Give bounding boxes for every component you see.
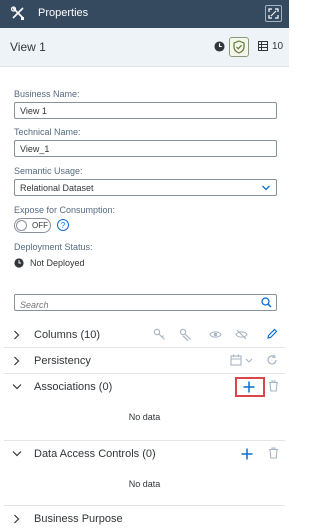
hide-icon[interactable] [235,329,248,340]
calendar-icon[interactable] [230,354,242,366]
chevron-right-icon[interactable] [12,514,21,524]
key-icon[interactable] [153,328,166,341]
expand-icon [268,8,279,19]
search-field[interactable] [14,294,277,313]
chevron-down-icon[interactable] [12,382,22,391]
persistency-header[interactable]: Persistency [0,348,289,374]
edit-icon[interactable] [266,328,278,340]
deployment-status-value: Not Deployed [30,258,85,268]
expose-label: Expose for Consumption: [14,205,116,215]
view-title: View 1 [10,40,46,54]
persistency-title: Persistency [34,355,91,367]
chevron-right-icon[interactable] [12,330,21,340]
business-name-label: Business Name: [14,89,80,99]
associations-empty: No data [128,412,161,422]
clock-icon [14,258,24,268]
technical-name-input[interactable]: View_1 [14,140,277,157]
view-header: View 1 10 [0,28,289,67]
toggle-knob [16,220,27,231]
chevron-down-icon [262,185,270,191]
object-count: 10 [272,41,284,52]
search-icon[interactable] [261,297,272,308]
associations-section: Associations (0) No data [0,374,289,439]
deployment-status: Not Deployed [14,258,85,268]
validation-button[interactable] [229,37,249,57]
data-access-controls-title: Data Access Controls (0) [34,448,156,460]
toggle-state: OFF [32,221,48,230]
tools-icon [10,6,24,20]
table-icon [258,41,268,51]
refresh-icon[interactable] [266,354,278,366]
clock-icon[interactable] [214,41,225,52]
add-icon[interactable] [241,448,253,460]
multi-key-icon[interactable] [179,328,192,341]
delete-icon[interactable] [268,447,279,459]
chevron-down-icon[interactable] [245,357,253,364]
shield-check-icon [233,40,245,54]
data-access-controls-header[interactable]: Data Access Controls (0) [0,441,289,467]
deployment-status-label: Deployment Status: [14,242,93,252]
semantic-usage-value: Relational Dataset [20,183,94,193]
panel-title: Properties [38,7,89,19]
expose-toggle[interactable]: OFF [14,218,51,233]
semantic-usage-label: Semantic Usage: [14,166,83,176]
add-icon[interactable] [243,381,255,393]
technical-name-label: Technical Name: [14,127,81,137]
business-purpose-title: Business Purpose [34,513,123,525]
chevron-down-icon[interactable] [12,449,22,458]
panel-header: Properties [0,0,289,28]
help-icon[interactable]: ? [57,219,69,231]
chevron-right-icon[interactable] [12,356,21,366]
data-access-controls-section: Data Access Controls (0) No data [0,441,289,506]
columns-title: Columns (10) [34,329,101,341]
business-purpose-header[interactable]: Business Purpose [0,506,289,530]
data-access-controls-empty: No data [128,479,161,489]
business-name-input[interactable]: View 1 [14,102,277,119]
search-input[interactable] [15,297,245,313]
associations-header[interactable]: Associations (0) [0,374,289,400]
associations-title: Associations (0) [34,381,113,393]
delete-icon[interactable] [268,380,279,392]
expand-button[interactable] [265,5,282,22]
semantic-usage-select[interactable]: Relational Dataset [14,179,277,196]
columns-header[interactable]: Columns (10) [0,322,289,348]
show-icon[interactable] [209,329,222,340]
